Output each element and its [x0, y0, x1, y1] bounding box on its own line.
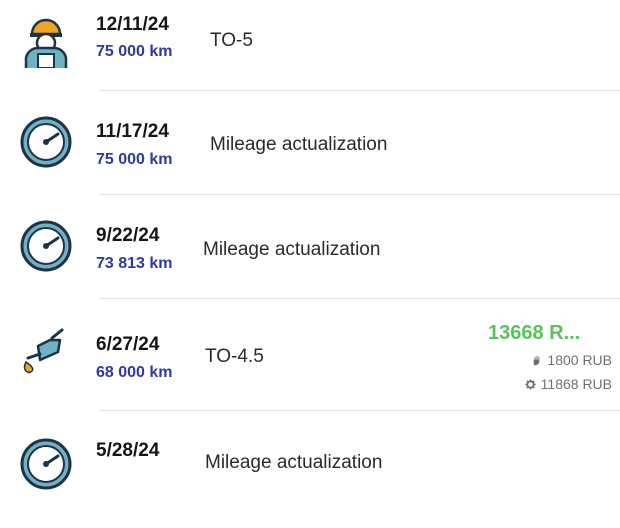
entry-title: TO-5	[210, 30, 253, 51]
odometer-icon	[18, 436, 74, 492]
cost-total: 13668 R...	[488, 322, 581, 344]
entry-date: 12/11/24	[96, 14, 169, 35]
mechanic-icon	[18, 12, 74, 69]
service-history-list: 12/11/24 75 000 km TO-5 11/17/24 75 000 …	[0, 0, 620, 490]
list-item[interactable]: 9/22/24 73 813 km Mileage actualization	[0, 208, 620, 312]
divider	[100, 90, 620, 91]
entry-title: TO-4.5	[205, 346, 264, 367]
gear-icon	[525, 378, 536, 390]
list-item[interactable]: 5/28/24 Mileage actualization	[0, 424, 620, 528]
labor-cost-value: 1800 RUB	[547, 352, 612, 368]
parts-cost: 11868 RUB	[525, 376, 612, 392]
divider	[100, 410, 620, 411]
divider	[100, 194, 620, 195]
entry-mileage: 68 000 km	[96, 364, 173, 381]
entry-title: Mileage actualization	[210, 134, 388, 155]
entry-date: 6/27/24	[96, 334, 160, 355]
entry-date: 5/28/24	[96, 440, 160, 461]
entry-mileage: 75 000 km	[96, 151, 173, 168]
list-item[interactable]: 11/17/24 75 000 km Mileage actualization	[0, 104, 620, 208]
entry-date: 11/17/24	[96, 121, 169, 142]
labor-cost: 1800 RUB	[531, 352, 612, 368]
list-item[interactable]: 6/27/24 68 000 km TO-4.5 13668 R... 1800…	[0, 312, 620, 416]
odometer-icon	[18, 114, 74, 170]
entry-mileage: 75 000 km	[96, 43, 173, 60]
entry-date: 9/22/24	[96, 225, 160, 246]
entry-mileage: 73 813 km	[96, 255, 173, 272]
oil-can-icon	[18, 324, 74, 380]
entry-title: Mileage actualization	[203, 239, 381, 260]
odometer-icon	[18, 218, 74, 274]
entry-title: Mileage actualization	[205, 452, 383, 473]
list-item[interactable]: 12/11/24 75 000 km TO-5	[0, 0, 620, 104]
divider	[100, 298, 620, 299]
parts-cost-value: 11868 RUB	[540, 376, 612, 392]
hand-icon	[534, 355, 540, 365]
